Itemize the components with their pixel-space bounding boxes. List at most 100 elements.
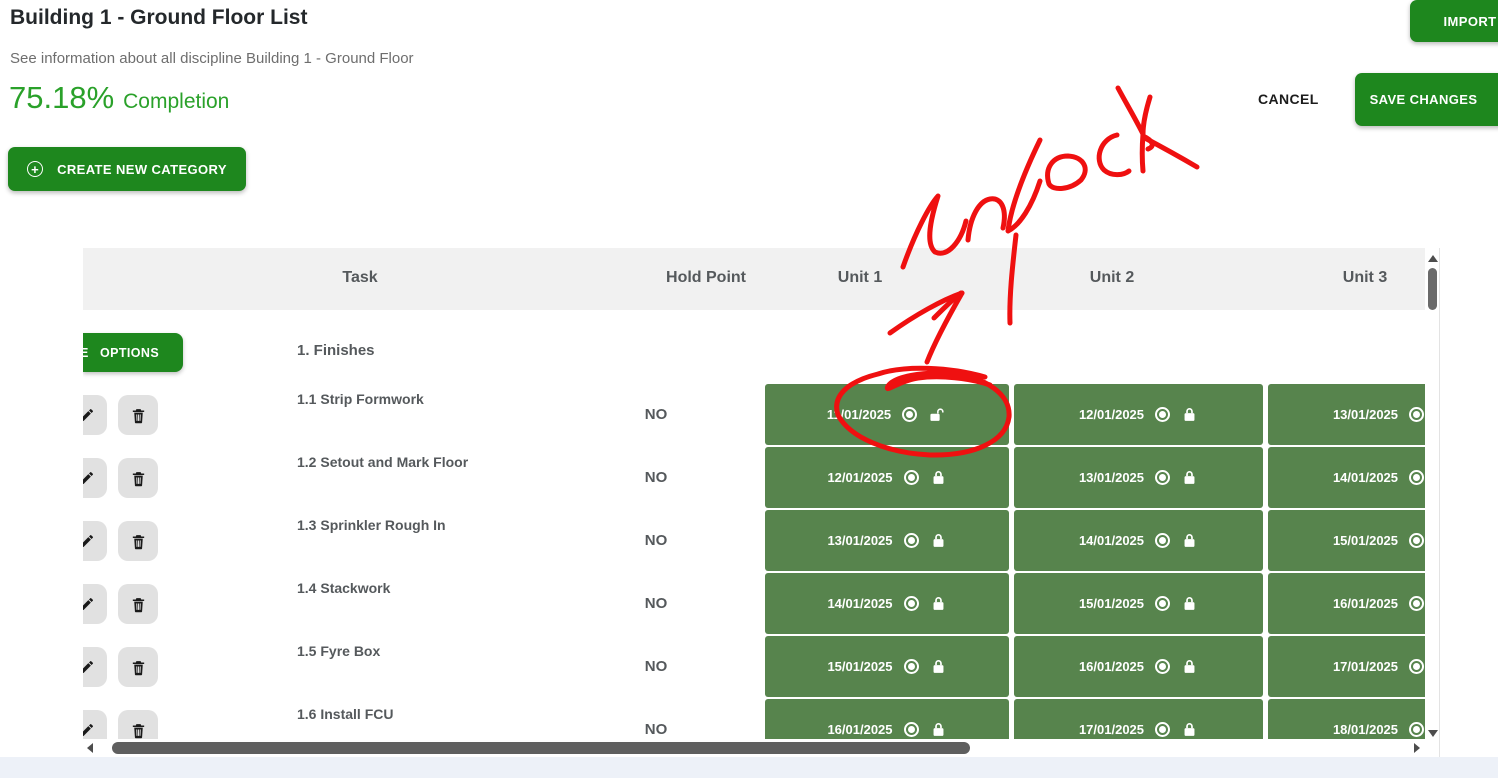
lock-icon[interactable] — [1181, 532, 1198, 549]
unit-date-cell[interactable]: 16/01/2025 — [1268, 573, 1440, 634]
delete-task-button[interactable] — [118, 584, 158, 624]
unit-date-cell[interactable]: 12/01/2025 — [1014, 384, 1263, 445]
annotation-letter-c — [1099, 135, 1129, 175]
vertical-scrollbar[interactable] — [1425, 248, 1440, 757]
unlock-icon[interactable] — [928, 406, 947, 423]
unit-date-cell[interactable]: 13/01/2025 — [1014, 447, 1263, 508]
radio-selected-icon[interactable] — [904, 596, 919, 611]
lock-icon[interactable] — [930, 532, 947, 549]
date-value: 16/01/2025 — [1079, 659, 1144, 674]
lock-icon[interactable] — [1181, 406, 1198, 423]
radio-selected-icon[interactable] — [1155, 470, 1170, 485]
save-changes-button[interactable]: SAVE CHANGES — [1355, 73, 1498, 126]
lock-icon[interactable] — [1181, 658, 1198, 675]
radio-selected-icon[interactable] — [1155, 533, 1170, 548]
scroll-down-arrow-icon[interactable] — [1428, 730, 1438, 737]
horizontal-scrollbar[interactable] — [83, 739, 1425, 757]
radio-selected-icon[interactable] — [904, 533, 919, 548]
radio-selected-icon[interactable] — [1155, 722, 1170, 737]
horizontal-scrollbar-thumb[interactable] — [112, 742, 970, 754]
lock-icon[interactable] — [1181, 469, 1198, 486]
unit-date-cell[interactable]: 14/01/2025 — [1014, 510, 1263, 571]
page-footer-strip — [0, 757, 1498, 778]
date-value: 18/01/2025 — [1333, 722, 1398, 737]
unit-date-cell[interactable]: 14/01/2025 — [1268, 447, 1440, 508]
hold-point-value: NO — [616, 532, 696, 549]
unit-date-cell[interactable]: 13/01/2025 — [1268, 384, 1440, 445]
delete-task-button[interactable] — [118, 458, 158, 498]
date-value: 12/01/2025 — [827, 470, 892, 485]
table-row: 1.1 Strip FormworkNO11/01/202512/01/2025… — [83, 384, 1439, 447]
lock-icon[interactable] — [930, 469, 947, 486]
lock-icon[interactable] — [930, 658, 947, 675]
unit-date-cell[interactable]: 13/01/2025 — [765, 510, 1009, 571]
completion-label: Completion — [123, 90, 229, 113]
table-row: 1.3 Sprinkler Rough In NO 13/01/202514/01/… — [83, 510, 1439, 573]
date-value: 14/01/2025 — [827, 596, 892, 611]
task-label: 1.4 Stackwork — [297, 580, 390, 596]
scroll-left-arrow-icon[interactable] — [87, 743, 93, 753]
table-row: 1.4 StackworkNO14/01/202515/01/202516/01… — [83, 573, 1439, 636]
scroll-up-arrow-icon[interactable] — [1428, 255, 1438, 262]
edit-task-button[interactable] — [83, 584, 107, 624]
radio-selected-icon[interactable] — [1155, 596, 1170, 611]
annotation-letter-l — [1008, 140, 1040, 231]
edit-task-button[interactable] — [83, 521, 107, 561]
unit-date-cell[interactable]: 15/01/2025 — [765, 636, 1009, 697]
scroll-right-arrow-icon[interactable] — [1414, 743, 1420, 753]
unit-date-cell[interactable]: 12/01/2025 — [765, 447, 1009, 508]
radio-selected-icon[interactable] — [902, 407, 917, 422]
task-label: 1.2 Setout and Mark Floor — [297, 454, 468, 470]
unit-date-cell[interactable]: 17/01/2025 — [1268, 636, 1440, 697]
edit-task-button[interactable] — [83, 647, 107, 687]
date-value: 17/01/2025 — [1333, 659, 1398, 674]
lock-icon[interactable] — [930, 595, 947, 612]
date-value: 12/01/2025 — [1079, 407, 1144, 422]
edit-task-button[interactable] — [83, 395, 107, 435]
lock-icon[interactable] — [1181, 595, 1198, 612]
lock-icon[interactable] — [930, 721, 947, 738]
column-header-unit-1: Unit 1 — [838, 269, 882, 287]
radio-selected-icon[interactable] — [904, 470, 919, 485]
unit-date-cell[interactable]: 14/01/2025 — [765, 573, 1009, 634]
delete-task-button[interactable] — [118, 521, 158, 561]
annotation-letter-k — [1143, 137, 1197, 167]
unit-date-cell[interactable]: 11/01/2025 — [765, 384, 1009, 445]
annotation-letter-n — [968, 199, 1004, 240]
task-label: 1.3 Sprinkler Rough In — [297, 517, 446, 533]
radio-selected-icon[interactable] — [1409, 659, 1424, 674]
date-value: 14/01/2025 — [1333, 470, 1398, 485]
radio-selected-icon[interactable] — [1409, 533, 1424, 548]
date-value: 15/01/2025 — [827, 659, 892, 674]
unit-date-cell[interactable]: 15/01/2025 — [1268, 510, 1440, 571]
radio-selected-icon[interactable] — [1409, 470, 1424, 485]
create-new-category-button[interactable]: + CREATE NEW CATEGORY — [8, 147, 246, 191]
unit-date-cell[interactable]: 16/01/2025 — [1014, 636, 1263, 697]
column-header-unit-2: Unit 2 — [1090, 269, 1134, 287]
completion-percentage: 75.18% — [9, 80, 114, 115]
import-button[interactable]: IMPORT — [1410, 0, 1498, 42]
delete-task-button[interactable] — [118, 395, 158, 435]
radio-selected-icon[interactable] — [1409, 407, 1424, 422]
category-options-button[interactable]: E OPTIONS — [83, 333, 183, 372]
radio-selected-icon[interactable] — [1155, 407, 1170, 422]
cancel-button-label: CANCEL — [1258, 91, 1319, 107]
radio-selected-icon[interactable] — [904, 659, 919, 674]
edit-task-button[interactable] — [83, 458, 107, 498]
column-header-unit-3: Unit 3 — [1343, 269, 1387, 287]
radio-selected-icon[interactable] — [1155, 659, 1170, 674]
delete-task-button[interactable] — [118, 647, 158, 687]
vertical-scrollbar-thumb[interactable] — [1428, 268, 1437, 310]
radio-selected-icon[interactable] — [1409, 596, 1424, 611]
unit-date-cell[interactable]: 15/01/2025 — [1014, 573, 1263, 634]
cancel-button[interactable]: CANCEL — [1258, 91, 1319, 107]
create-new-category-label: CREATE NEW CATEGORY — [57, 162, 227, 177]
radio-selected-icon[interactable] — [1409, 722, 1424, 737]
category-title: 1. Finishes — [297, 342, 375, 359]
column-header-task: Task — [342, 269, 377, 287]
hold-point-value: NO — [616, 658, 696, 675]
lock-icon[interactable] — [1181, 721, 1198, 738]
radio-selected-icon[interactable] — [904, 722, 919, 737]
table-row: 1.2 Setout and Mark FloorNO12/01/202513/… — [83, 447, 1439, 510]
table-row: 1.5 Fyre BoxNO15/01/202516/01/202517/01/… — [83, 636, 1439, 699]
